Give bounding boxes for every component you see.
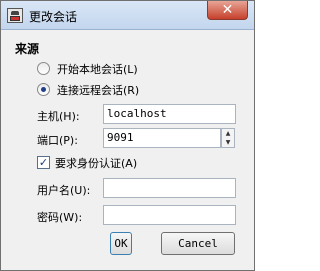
port-label: 端口(P): [37,134,78,147]
host-label: 主机(H): [37,110,80,123]
require-auth-checkbox[interactable]: ✓ [37,156,50,169]
port-input[interactable]: 9091 [103,128,221,148]
require-auth-label[interactable]: 要求身份认证(A) [55,155,137,171]
password-label: 密码(W): [37,211,83,224]
local-session-label[interactable]: 开始本地会话(L) [57,61,138,77]
change-session-dialog: 更改会话 ✕ 来源 开始本地会话(L) 连接远程会话(R) 主机(H): loc… [0,0,255,271]
remote-session-radio[interactable] [37,83,50,96]
spin-up-icon[interactable]: ▲ [222,129,234,138]
title-bar[interactable]: 更改会话 ✕ [1,1,254,30]
app-icon [7,8,23,23]
password-input[interactable] [103,205,236,225]
host-input[interactable]: localhost [103,104,236,124]
ok-button[interactable]: OK [110,232,132,255]
close-button[interactable]: ✕ [207,1,248,20]
cancel-button[interactable]: Cancel [161,232,235,255]
port-spinner[interactable]: ▲ ▼ [221,128,235,148]
username-label: 用户名(U): [37,184,91,197]
window-title: 更改会话 [29,10,78,24]
local-session-radio[interactable] [37,62,50,75]
remote-session-label[interactable]: 连接远程会话(R) [57,82,139,98]
username-input[interactable] [103,178,236,198]
source-group-title: 来源 [15,42,40,56]
spin-down-icon[interactable]: ▼ [222,138,234,147]
